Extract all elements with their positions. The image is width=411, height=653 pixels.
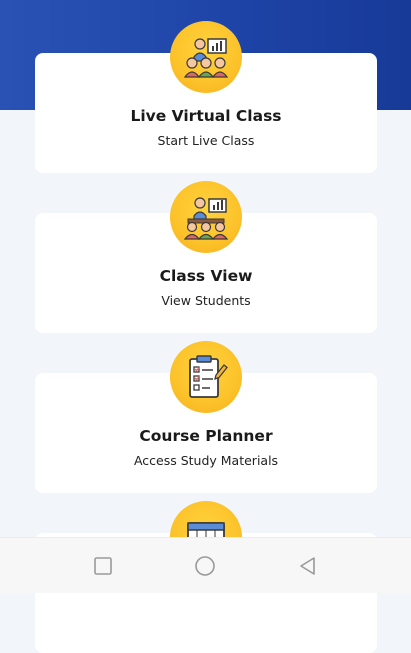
triangle-back-icon[interactable]	[297, 555, 319, 577]
system-navigation-bar	[0, 537, 411, 593]
card-subtitle: Access Study Materials	[133, 453, 279, 468]
square-recents-icon[interactable]	[92, 555, 114, 577]
virtual-class-icon[interactable]	[170, 21, 242, 93]
checklist-clipboard-icon[interactable]	[170, 341, 242, 413]
card-title: Course Planner	[139, 427, 273, 445]
circle-home-icon[interactable]	[194, 555, 216, 577]
card-title: Class View	[159, 267, 253, 285]
card-title: Live Virtual Class	[130, 107, 282, 125]
card-subtitle: Start Live Class	[157, 133, 255, 148]
classroom-icon[interactable]	[170, 181, 242, 253]
card-subtitle: View Students	[161, 293, 251, 308]
